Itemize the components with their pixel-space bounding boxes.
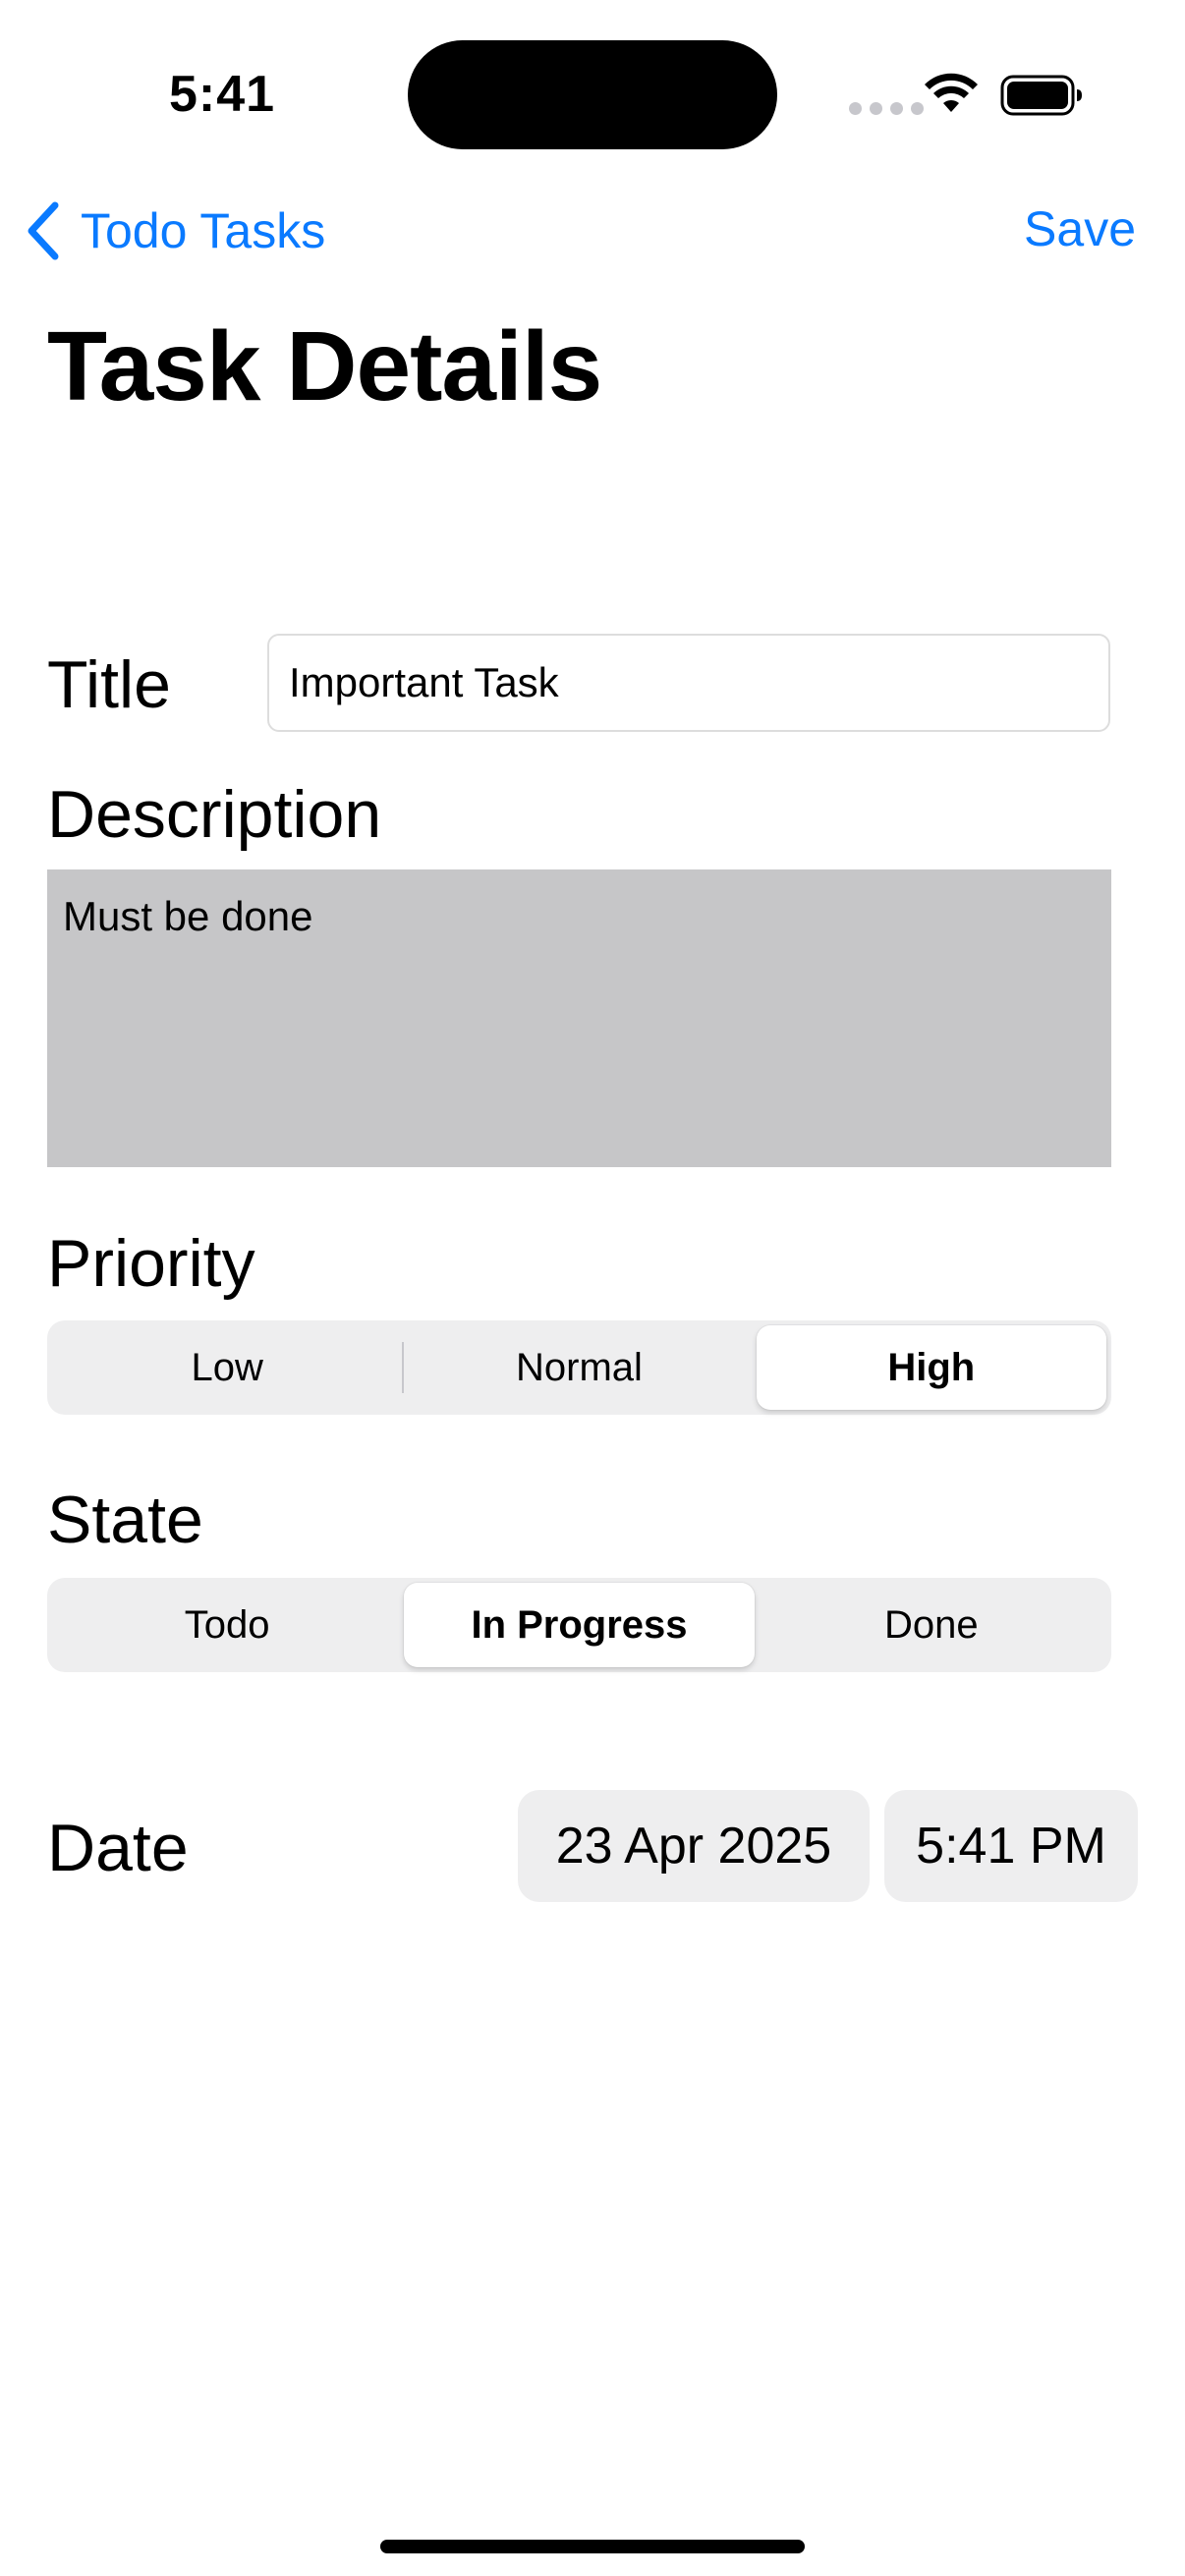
- state-option-done[interactable]: Done: [757, 1583, 1106, 1667]
- priority-label: Priority: [47, 1226, 255, 1301]
- date-label: Date: [47, 1811, 189, 1885]
- priority-segmented-control: Low Normal High: [47, 1320, 1111, 1415]
- priority-option-high[interactable]: High: [756, 1325, 1106, 1410]
- priority-option-low[interactable]: Low: [52, 1325, 402, 1410]
- title-input[interactable]: [267, 634, 1110, 732]
- back-button[interactable]: Todo Tasks: [24, 196, 325, 265]
- chevron-left-icon: [28, 201, 59, 260]
- description-label: Description: [47, 777, 382, 852]
- priority-option-normal[interactable]: Normal: [404, 1325, 754, 1410]
- cellular-signal-icon: [849, 102, 924, 115]
- status-time: 5:41: [169, 66, 276, 123]
- battery-icon: [1000, 75, 1082, 116]
- home-indicator: [380, 2540, 805, 2553]
- title-label: Title: [47, 647, 171, 722]
- state-option-todo[interactable]: Todo: [52, 1583, 402, 1667]
- state-option-in-progress[interactable]: In Progress: [404, 1583, 755, 1667]
- wifi-icon: [925, 73, 978, 112]
- task-details-screen: 5:41 Todo Tasks Save Task Details Title …: [0, 0, 1185, 2576]
- time-picker-button[interactable]: 5:41 PM: [884, 1790, 1138, 1902]
- page-title: Task Details: [47, 311, 602, 421]
- back-button-label: Todo Tasks: [81, 203, 326, 258]
- dynamic-island: [408, 40, 777, 149]
- state-segmented-control: Todo In Progress Done: [47, 1578, 1111, 1672]
- description-textarea[interactable]: Must be done: [47, 869, 1111, 1167]
- state-label: State: [47, 1483, 203, 1557]
- date-picker-button[interactable]: 23 Apr 2025: [518, 1790, 870, 1902]
- save-button[interactable]: Save: [1024, 200, 1136, 257]
